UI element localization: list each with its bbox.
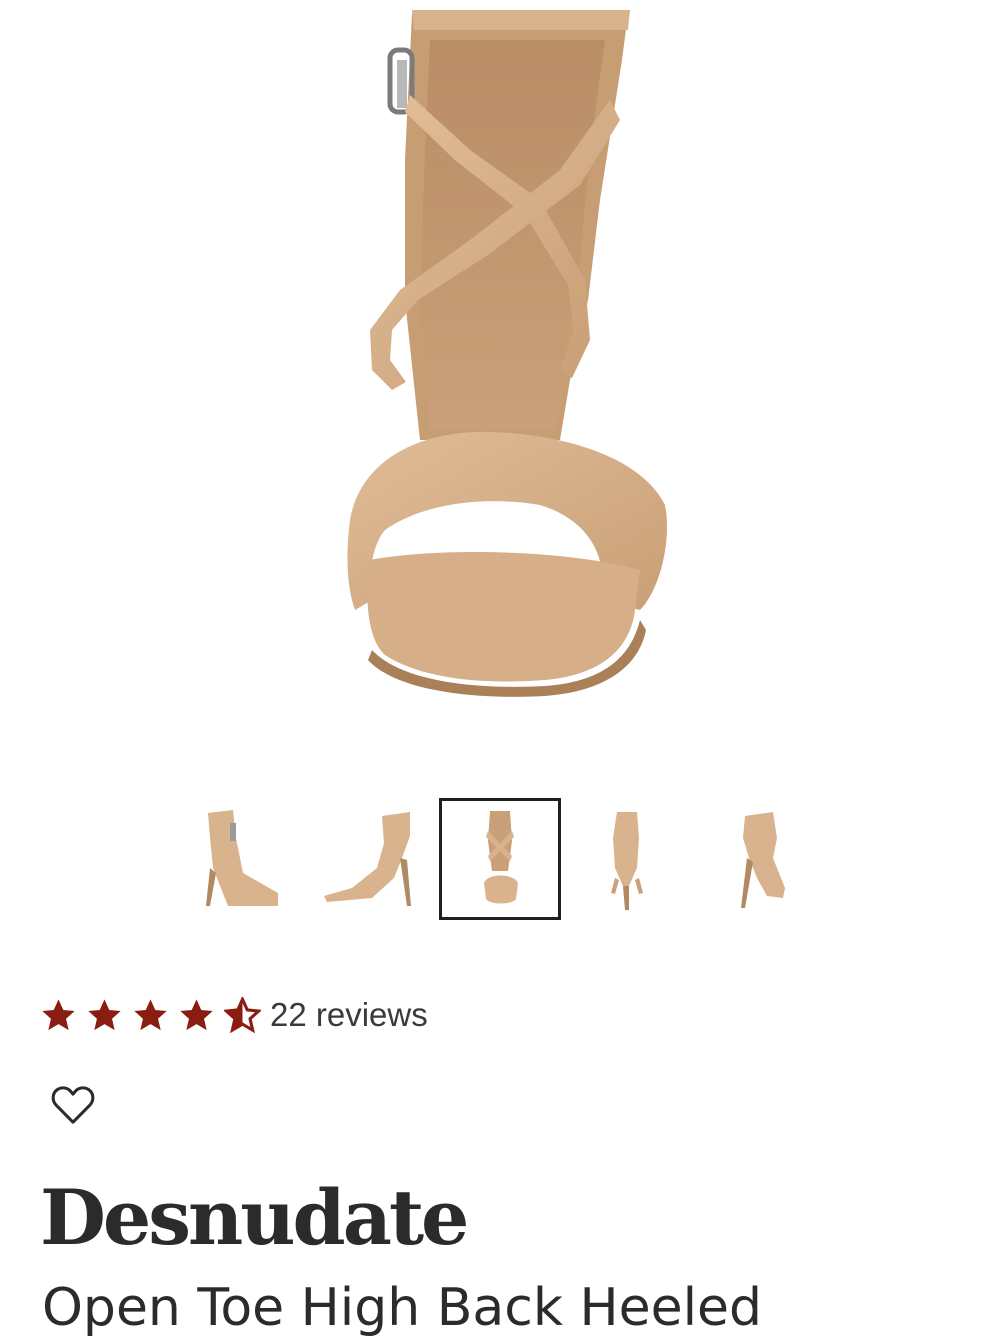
product-brand: Desnudate — [40, 1173, 469, 1262]
star-rating — [40, 996, 270, 1034]
thumbnail-strip — [0, 798, 1000, 922]
thumbnail-image — [741, 812, 785, 908]
heart-icon — [51, 1086, 95, 1124]
thumbnail-back[interactable] — [565, 798, 687, 920]
thumbnail-side[interactable] — [312, 798, 434, 920]
thumbnail-image — [611, 812, 643, 910]
star-half-icon — [224, 996, 261, 1033]
product-rating[interactable]: 22 reviews — [40, 993, 428, 1037]
thumbnail-side-angle[interactable] — [188, 798, 310, 920]
star-full-icon — [88, 998, 121, 1030]
reviews-count-link[interactable]: 22 reviews — [260, 996, 428, 1034]
thumbnail-image — [484, 811, 518, 904]
star-full-icon — [180, 998, 213, 1030]
thumbnail-front[interactable] — [439, 798, 561, 920]
thumbnail-image — [206, 810, 278, 906]
thumbnail-image — [324, 812, 411, 906]
sandal-front-view-illustration — [347, 10, 668, 697]
thumbnail-rear-angle[interactable] — [695, 798, 817, 920]
star-full-icon — [42, 998, 75, 1030]
wishlist-button[interactable] — [50, 1083, 96, 1125]
star-full-icon — [134, 998, 167, 1030]
product-title: Open Toe High Back Heeled — [42, 1278, 763, 1338]
main-product-image[interactable] — [0, 0, 1000, 770]
